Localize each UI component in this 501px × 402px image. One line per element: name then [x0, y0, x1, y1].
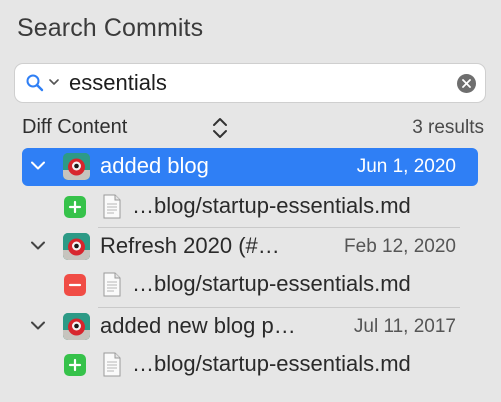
added-badge — [64, 196, 86, 218]
panel-title: Search Commits — [17, 14, 204, 42]
commit-message: added blog — [100, 153, 209, 178]
minus-icon — [68, 283, 82, 287]
chevron-down-icon[interactable] — [31, 321, 45, 330]
commit-date: Feb 12, 2020 — [344, 236, 456, 257]
avatar — [63, 233, 90, 260]
commit-row[interactable]: Refresh 2020 (#… Feb 12, 2020 — [22, 228, 478, 266]
up-down-chevron-icon[interactable] — [210, 115, 230, 141]
commit-date: Jun 1, 2020 — [356, 156, 456, 177]
search-input[interactable] — [69, 68, 449, 98]
chevron-down-icon[interactable] — [49, 78, 59, 86]
commit-row[interactable]: added new blog p… Jul 11, 2017 — [22, 308, 478, 346]
file-row[interactable]: …blog/startup-essentials.md — [22, 188, 478, 226]
search-icon[interactable] — [25, 73, 45, 93]
file-row[interactable]: …blog/startup-essentials.md — [22, 266, 478, 304]
file-path: …blog/startup-essentials.md — [132, 351, 411, 376]
commit-message: added new blog p… — [100, 313, 296, 338]
chevron-down-icon[interactable] — [31, 241, 45, 250]
commit-row[interactable]: added blog Jun 1, 2020 — [22, 148, 478, 186]
document-icon — [103, 352, 121, 377]
plus-icon — [68, 358, 82, 372]
search-field[interactable] — [14, 63, 486, 103]
removed-badge — [64, 274, 86, 296]
document-icon — [103, 272, 121, 297]
file-row[interactable]: …blog/startup-essentials.md — [22, 346, 478, 384]
close-icon — [462, 79, 471, 88]
file-path: …blog/startup-essentials.md — [132, 193, 411, 218]
commit-date: Jul 11, 2017 — [353, 316, 456, 337]
plus-icon — [68, 200, 82, 214]
document-icon — [103, 194, 121, 219]
avatar — [63, 153, 90, 180]
added-badge — [64, 354, 86, 376]
search-mode-select[interactable]: Diff Content — [22, 116, 127, 139]
commit-message: Refresh 2020 (#… — [100, 233, 280, 258]
clear-search-button[interactable] — [457, 74, 476, 93]
avatar — [63, 313, 90, 340]
file-path: …blog/startup-essentials.md — [132, 271, 411, 296]
chevron-down-icon[interactable] — [31, 161, 45, 170]
results-count: 3 results — [412, 117, 484, 138]
